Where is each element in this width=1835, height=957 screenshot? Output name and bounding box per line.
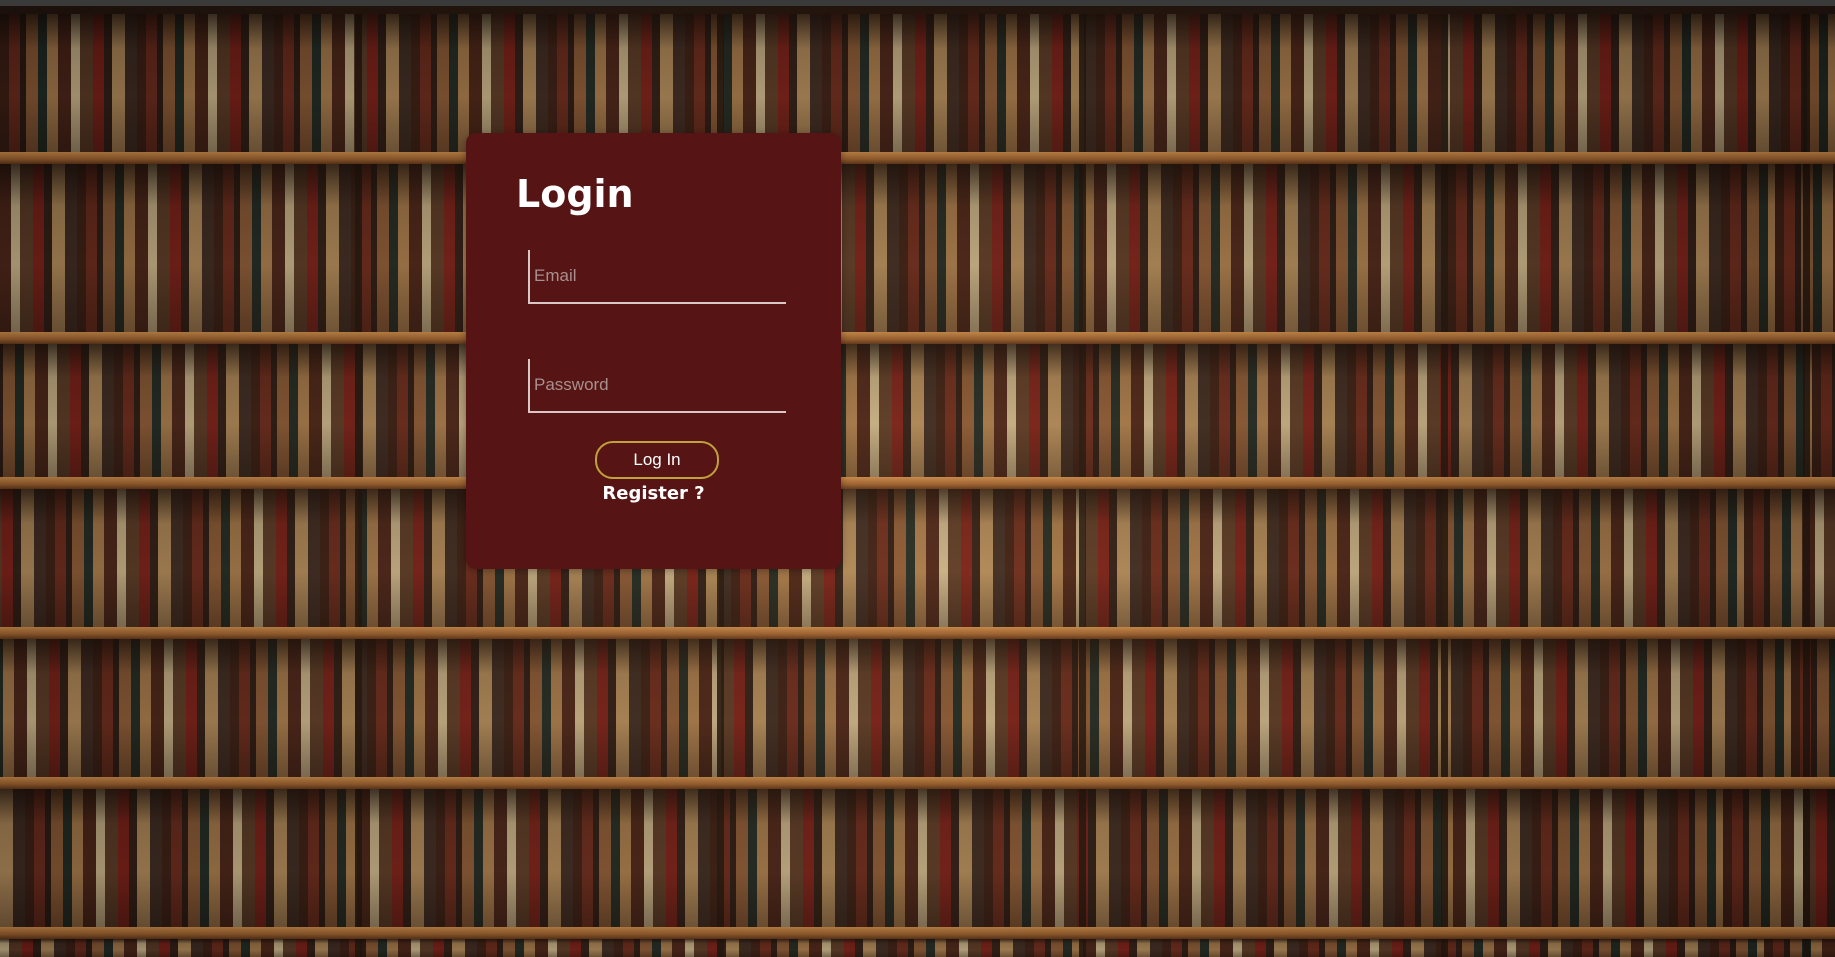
email-field-wrapper [528,250,786,304]
password-field-wrapper [528,359,786,413]
bookshelf-background-image [0,6,1835,957]
password-field[interactable] [534,359,782,411]
login-title: Login [516,172,634,216]
email-field[interactable] [534,250,782,302]
login-card: Login Log In Register ? [466,133,841,569]
log-in-button[interactable]: Log In [595,441,719,479]
register-link[interactable]: Register ? [466,483,841,504]
